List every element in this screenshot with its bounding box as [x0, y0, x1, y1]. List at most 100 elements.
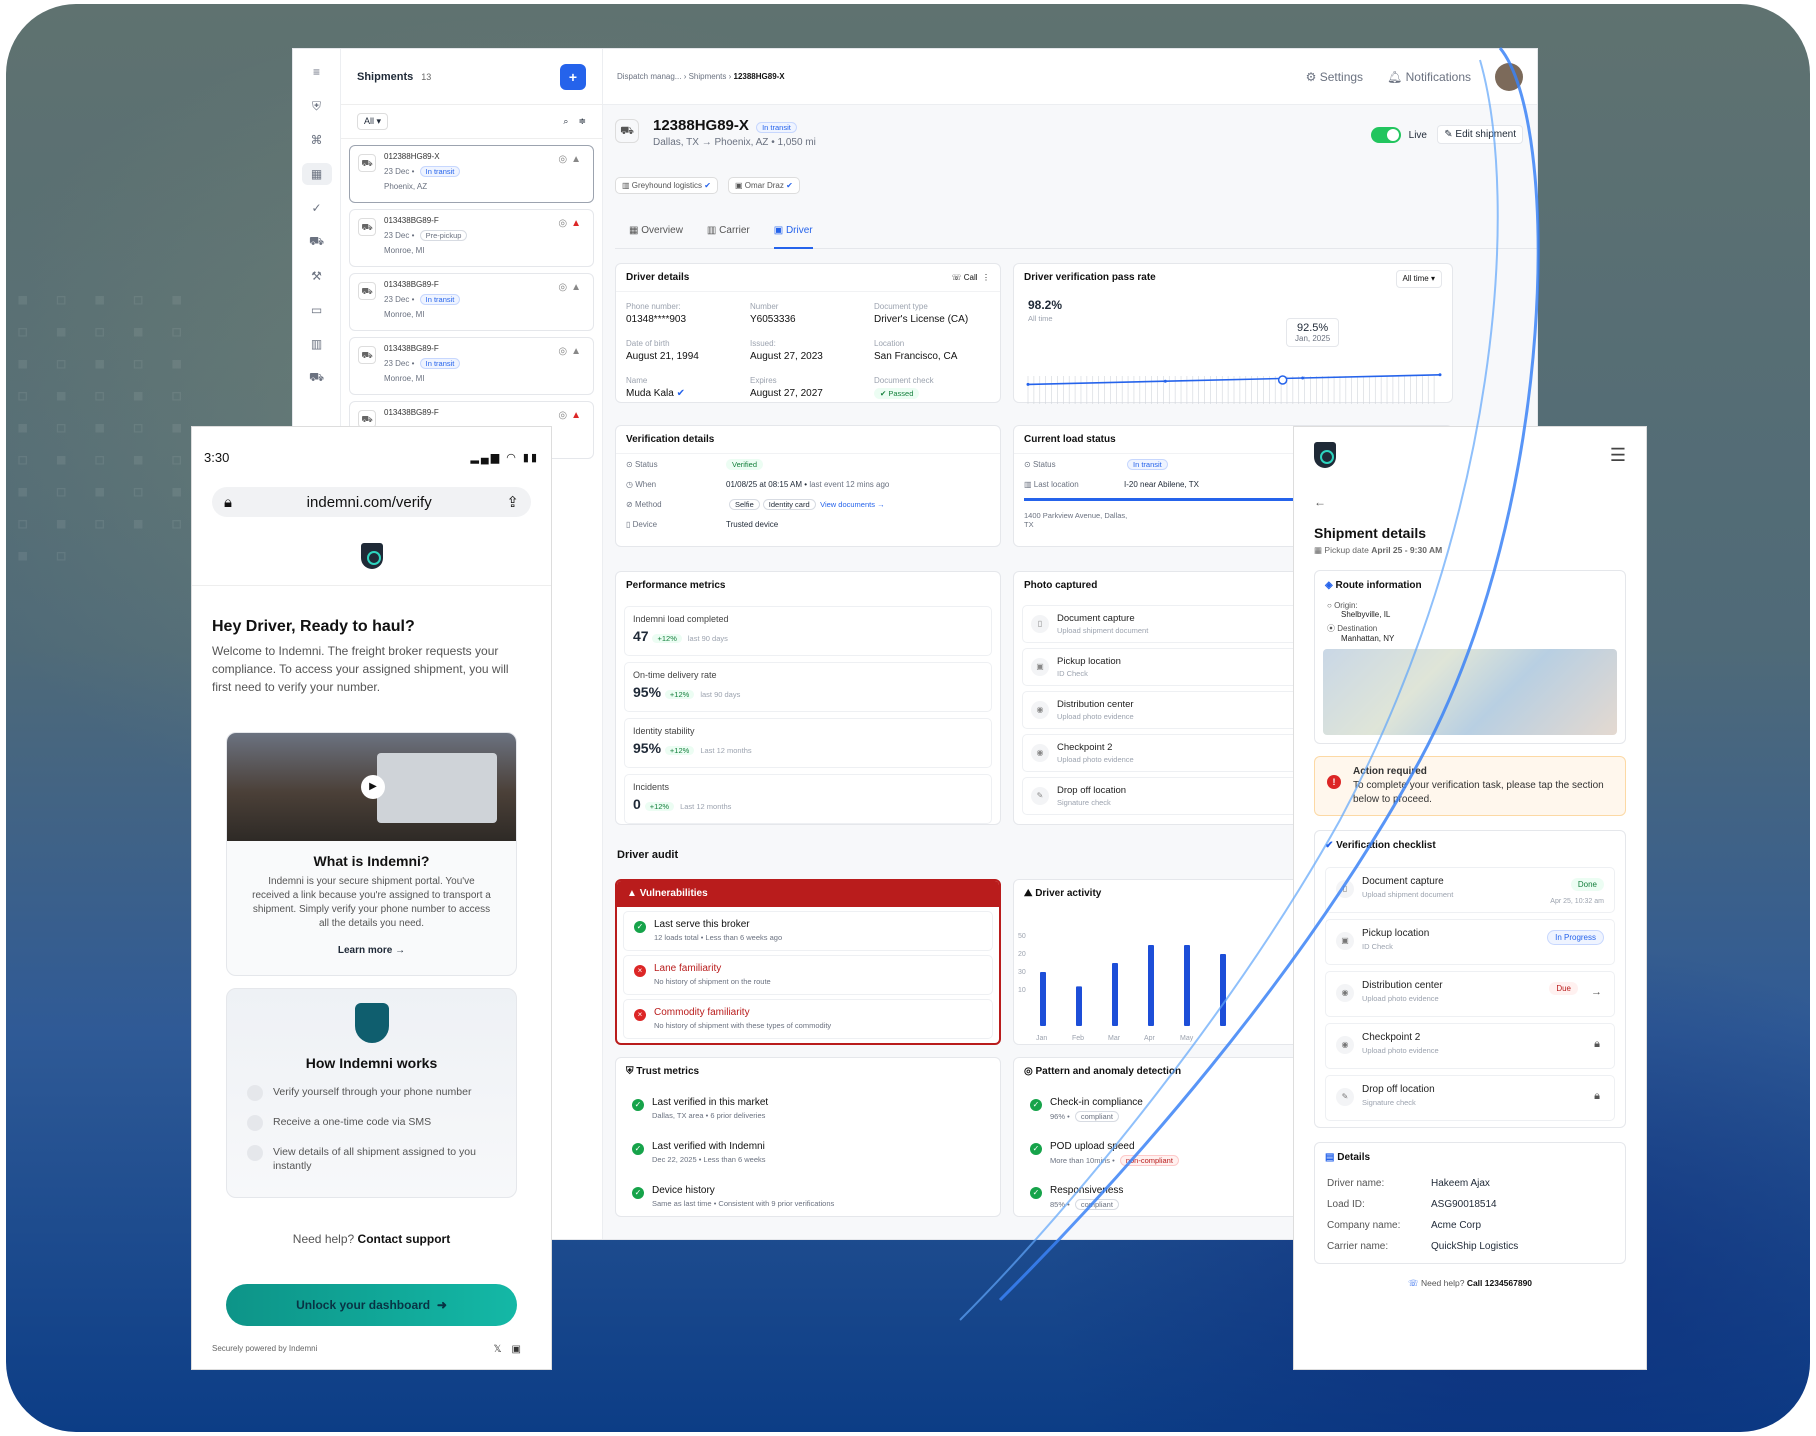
x-icon: × [634, 965, 646, 977]
last-location-value: I-20 near Abilene, TX [1124, 480, 1200, 489]
dolly-nav-icon[interactable]: ⚒ [302, 265, 332, 287]
action-required-alert[interactable]: Action required To complete your verific… [1314, 756, 1626, 816]
performance-title: Performance metrics [626, 580, 726, 591]
checklist-item-date: Apr 25, 10:32 am [1550, 898, 1604, 905]
tab-carrier[interactable]: ▥ Carrier [707, 219, 750, 249]
truck-icon: ⛟ [358, 282, 376, 300]
add-shipment-button[interactable]: + [560, 63, 586, 90]
metric-value: 0 [633, 796, 641, 812]
settings-button[interactable]: ⚙ Settings [1306, 70, 1363, 84]
checklist-item[interactable]: ▣ Pickup location ID Check In Progress [1325, 919, 1615, 965]
how-step: Verify yourself through your phone numbe… [227, 1085, 516, 1101]
detail-row: Driver name: Hakeem Ajax [1315, 1173, 1625, 1194]
audit-item: ✓ Last verified with Indemni Dec 22, 2025 … [622, 1134, 994, 1174]
chart-bar [1220, 954, 1226, 1026]
detail-key: Carrier name: [1327, 1241, 1389, 1252]
carrier-chip[interactable]: ▥ Greyhound logistics ✔ [615, 177, 718, 194]
help-prefix: Need help? [1420, 1278, 1465, 1288]
breadcrumb-item[interactable]: Dispatch manag... [617, 72, 681, 81]
warning-icon: ▲ [571, 154, 585, 165]
edit-shipment-button[interactable]: ✎ Edit shipment [1437, 125, 1523, 144]
field-label: Date of birth [626, 339, 670, 348]
route-map[interactable] [1323, 649, 1617, 735]
search-icon[interactable]: ⌕ [563, 116, 568, 127]
chart-tick-label: Jan [1036, 1035, 1047, 1042]
user-icon: ◎ [558, 346, 572, 357]
view-documents-link[interactable]: View documents → [820, 500, 885, 509]
call-link[interactable]: Call 1234567890 [1467, 1278, 1532, 1288]
help-text: Need help? Contact support [192, 1232, 551, 1246]
list-item[interactable]: ⛟ 012388HG89-X 23 Dec • In transit Phoen… [349, 145, 594, 203]
gear-icon: ⚙ [1305, 69, 1317, 84]
driver-fields: Phone number: 01348****903 Number Y6053336… [616, 292, 1000, 409]
live-toggle[interactable] [1370, 127, 1401, 143]
driver-details-title: Driver details [626, 272, 690, 283]
share-icon[interactable]: ⇪ [506, 493, 519, 511]
driver-chip[interactable]: ▣ Omar Draz ✔ [727, 177, 800, 194]
checklist-item[interactable]: ✎ Drop off location Signature check 🔒︎ [1325, 1075, 1615, 1121]
menu-icon[interactable]: ☰ [1610, 445, 1626, 466]
arrow-right-icon[interactable]: → [1591, 986, 1602, 998]
verified-nav-icon[interactable]: ✓ [302, 197, 332, 219]
filter-select[interactable]: All ▾ [357, 113, 389, 130]
how-title: How Indemni works [305, 1055, 438, 1071]
metric-delta: +12% [652, 634, 682, 643]
how-step-text: Receive a one-time code via SMS [273, 1116, 432, 1128]
warning-icon: ▲ [571, 410, 585, 421]
field-label: Name [626, 376, 648, 385]
detail-value: Hakeem Ajax [1431, 1178, 1490, 1189]
tab-driver[interactable]: ▣ Driver [773, 219, 813, 249]
field-value: Driver's License (CA) [874, 314, 969, 325]
checklist-item[interactable]: ▯ Document capture Upload shipment documen… [1325, 867, 1615, 913]
status-badge: In Progress [1547, 930, 1604, 945]
logo [192, 543, 551, 569]
row-key: Method [634, 500, 662, 509]
detail-key: Driver name: [1327, 1178, 1385, 1189]
panel-title: Shipment details [1314, 525, 1427, 541]
back-arrow-icon[interactable]: ← [1314, 495, 1626, 509]
address-bar[interactable]: 🔒︎ indemni.com/verify ⇪ [212, 487, 531, 517]
tab-overview[interactable]: ▦ Overview [629, 219, 683, 249]
social-icons[interactable]: 𝕏▣ [493, 1344, 531, 1355]
lock-icon: 🔒︎ [224, 493, 232, 511]
when-extra: last event 12 mins ago [809, 480, 890, 489]
chart-point [1301, 376, 1305, 380]
call-button[interactable]: ☏ Call ⋮ [952, 264, 990, 292]
status-badge: Due [1549, 982, 1578, 995]
filter-icon[interactable]: ≑ [578, 116, 586, 127]
list-item[interactable]: ⛟ 013438BG89-F 23 Dec • In transit Monro… [349, 273, 594, 331]
list-item[interactable]: ⛟ 013438BG89-F 23 Dec • In transit Monro… [349, 337, 594, 395]
checklist-item[interactable]: ◉ Distribution center Upload photo evidenc… [1325, 971, 1615, 1017]
breadcrumb-item[interactable]: Shipments [689, 72, 727, 81]
verified-badge: Verified [726, 459, 764, 470]
contact-support-link[interactable]: Contact support [358, 1232, 451, 1246]
truck-nav-icon[interactable]: ⛟ [302, 231, 332, 253]
checklist-item[interactable]: ◉ Checkpoint 2 Upload photo evidence 🔒︎ [1325, 1023, 1615, 1069]
row-key: Last location [1033, 480, 1079, 489]
metric-item: On-time delivery rate 95% +12% last 90 day… [624, 662, 992, 712]
play-icon[interactable]: ▶ [361, 775, 385, 799]
metric-label: Incidents [633, 782, 670, 792]
mobile-shipment-details: ☰ ← Shipment details ▦ Pickup date April… [1293, 426, 1647, 1370]
notifications-button[interactable]: 🔔︎ Notifications [1387, 70, 1471, 84]
shipments-nav-icon[interactable]: ▦ [301, 163, 332, 185]
truck-nav-icon-2[interactable]: ⛟ [302, 367, 332, 389]
building-nav-icon[interactable]: ▥ [302, 333, 332, 355]
metric-item: Incidents 0 +12% Last 12 months [624, 774, 992, 824]
chart-tick-label: Apr [1144, 1035, 1156, 1042]
metric-delta: +12% [664, 746, 695, 755]
video-card[interactable]: ▶ What is Indemni? Indemni is your secur… [226, 732, 517, 976]
field-value: August 27, 2023 [750, 351, 823, 362]
avatar[interactable] [1495, 62, 1523, 91]
command-icon[interactable]: ⌘ [302, 129, 332, 151]
menu-icon[interactable]: ≡ [302, 61, 332, 83]
list-item[interactable]: ⛟ 013438BG89-F 23 Dec • Pre-pickup Monro… [349, 209, 594, 267]
archive-nav-icon[interactable]: ▭ [302, 299, 332, 321]
route-info-box: ◈ Route information ○ Origin: Shelbyville… [1314, 570, 1626, 744]
tab-bar: ▦ Overview ▥ Carrier ▣ Driver [615, 219, 1537, 249]
unlock-dashboard-button[interactable]: Unlock your dashboard ➜ [226, 1284, 517, 1326]
learn-more-link[interactable]: Learn more → [227, 945, 516, 956]
checklist-item-title: Drop off location [1362, 1084, 1435, 1095]
view-documents-label: View documents [820, 500, 875, 509]
list-count: 13 [421, 71, 432, 82]
